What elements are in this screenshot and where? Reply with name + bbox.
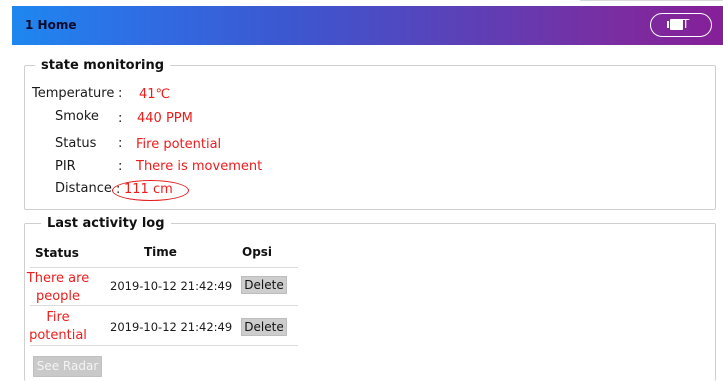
column-header-opsi: Opsi xyxy=(242,245,273,259)
activity-log-legend: Last activity log xyxy=(47,216,165,231)
status-label: Status xyxy=(55,136,97,151)
row-time: 2019-10-12 21:42:49 xyxy=(110,279,233,293)
column-header-status: Status xyxy=(35,246,79,260)
exit-button[interactable]: T xyxy=(650,13,712,37)
nav-title[interactable]: 1 Home xyxy=(25,18,76,32)
table-row-divider xyxy=(30,345,298,346)
top-divider xyxy=(580,0,723,1)
smoke-separator: : xyxy=(118,111,123,126)
pir-value: There is movement xyxy=(136,159,263,174)
pir-separator: : xyxy=(118,159,123,174)
smoke-label: Smoke xyxy=(55,109,99,124)
row-status-line1: There are xyxy=(26,271,90,286)
row-status-line2: potential xyxy=(29,328,87,343)
row-status-line1: Fire xyxy=(46,310,70,325)
state-monitoring-legend: state monitoring xyxy=(41,58,165,73)
row-status: There are people xyxy=(26,270,90,306)
pir-label: PIR xyxy=(55,159,76,174)
row-status-line2: people xyxy=(35,289,81,304)
delete-button[interactable]: Delete xyxy=(241,318,287,336)
page: 1 Home T state monitoring Temperature : … xyxy=(0,0,723,381)
distance-highlight-circle xyxy=(112,180,189,201)
row-status: Fire potential xyxy=(26,309,90,345)
temperature-separator: : xyxy=(118,86,123,101)
column-header-time: Time xyxy=(144,245,177,259)
activity-log-panel: Last activity log xyxy=(24,216,716,381)
temperature-label: Temperature xyxy=(32,86,115,101)
see-radar-button[interactable]: See Radar xyxy=(33,356,102,377)
table-row-divider xyxy=(30,305,298,306)
smoke-value: 440 PPM xyxy=(137,111,193,126)
temperature-value: 41℃ xyxy=(139,87,171,102)
status-value: Fire potential xyxy=(136,137,222,152)
table-header-divider xyxy=(30,267,298,268)
row-time: 2019-10-12 21:42:49 xyxy=(110,320,233,334)
distance-label: Distance xyxy=(55,181,112,196)
delete-button[interactable]: Delete xyxy=(241,276,287,294)
navbar: 1 Home T xyxy=(12,6,723,45)
exit-button-label: T xyxy=(682,17,690,31)
status-separator: : xyxy=(118,136,123,151)
